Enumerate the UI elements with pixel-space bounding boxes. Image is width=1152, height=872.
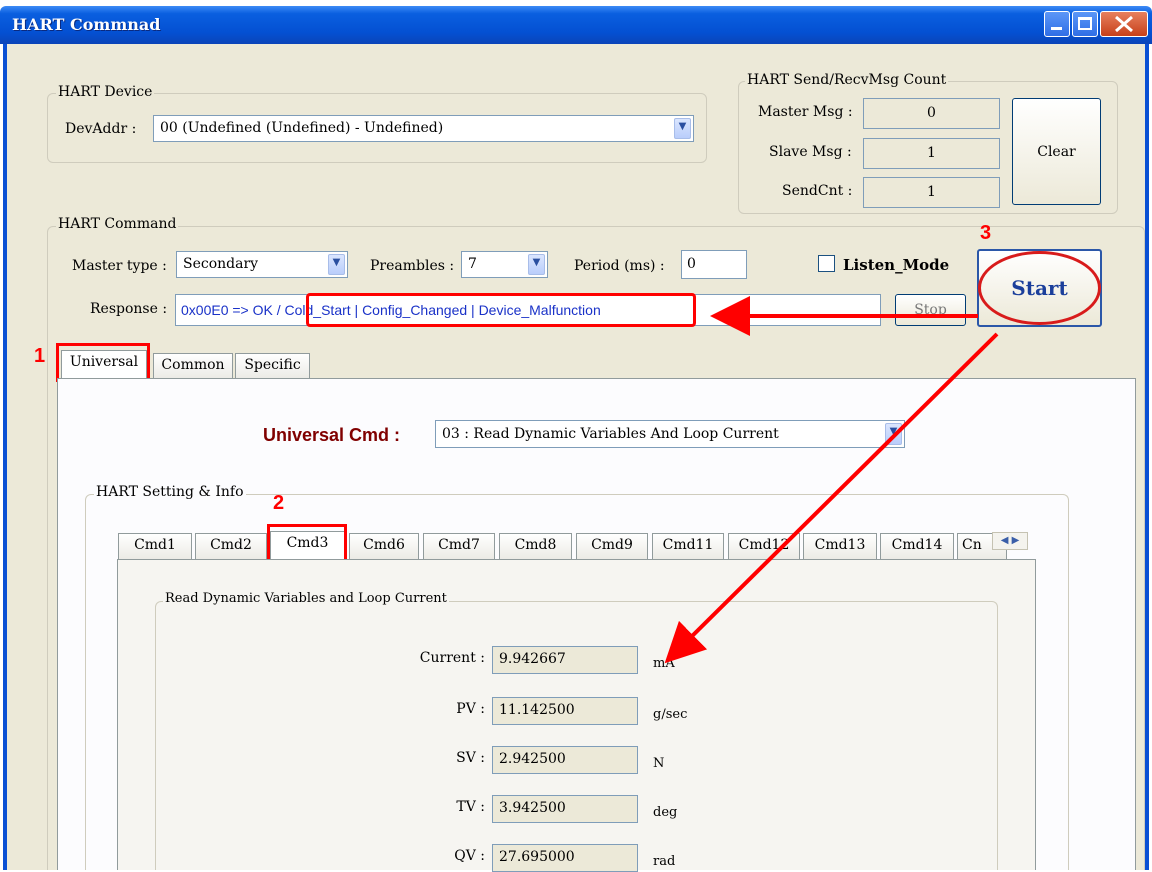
arrow-to-values xyxy=(664,332,999,664)
annotation-arrows xyxy=(664,296,999,664)
